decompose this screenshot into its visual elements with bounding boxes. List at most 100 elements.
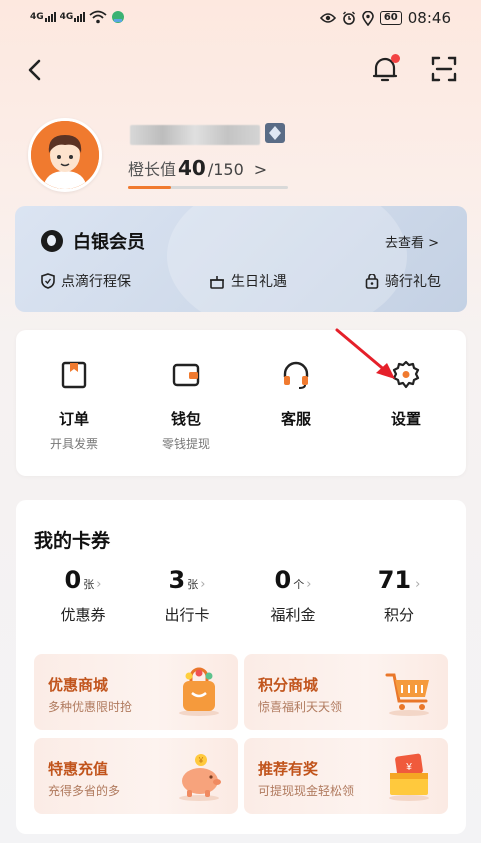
view-membership-link[interactable]: 去查看 > (385, 232, 439, 251)
chevron-right-icon: › (415, 577, 421, 592)
growth-value-link[interactable]: 橙长值 40 /150 > (128, 156, 267, 180)
coupons-card: 我的卡券 0 张 › 优惠券 3 张 › 出行卡 0 个 › 福利金 71 › 积分 优惠商城… (16, 500, 466, 834)
stat-label: 积分 (383, 606, 414, 624)
growth-label: 橙长值 (128, 160, 177, 179)
membership-card[interactable]: 白银会员 去查看 > 点滴行程保 生日礼遇 骑行礼包 (15, 206, 467, 312)
promo-title: 推荐有奖 (258, 760, 319, 778)
promo-subtitle: 多种优惠限时抢 (48, 700, 133, 714)
service-sublabel: 零钱提现 (161, 437, 210, 451)
stat-number: 0 张 › (65, 566, 102, 594)
stat-unit: 个 (293, 578, 305, 591)
signal-1: 4G (30, 12, 56, 22)
stat-coupons[interactable]: 0 张 › 优惠券 (38, 566, 128, 625)
annotation-arrow (335, 328, 395, 379)
profile-section: 橙长值 40 /150 > (28, 118, 458, 198)
benefit-label: 生日礼遇 (231, 274, 287, 290)
promo-title: 积分商城 (258, 676, 319, 694)
back-icon (28, 59, 41, 81)
location-icon (362, 10, 374, 26)
service-label: 钱包 (170, 410, 201, 428)
stat-number: 71 › (378, 566, 421, 594)
growth-value: 40 (178, 156, 206, 180)
membership-title: 白银会员 (41, 228, 145, 254)
signal-1-label: 4G (30, 12, 44, 22)
chevron-right-icon: › (306, 577, 312, 592)
promo-title: 特惠充值 (48, 760, 109, 778)
stat-value: 3 (168, 566, 186, 594)
benefit-item[interactable]: 生日礼遇 (209, 271, 287, 291)
stat-label: 福利金 (270, 606, 316, 624)
promo-referral[interactable]: 推荐有奖 可提现现金轻松领 ¥ (244, 738, 448, 814)
shopping-cart-icon (385, 673, 429, 716)
stat-value: 0 (274, 566, 292, 594)
notification-dot (391, 54, 400, 63)
growth-max: /150 (207, 160, 244, 179)
stat-travel-cards[interactable]: 3 张 › 出行卡 (142, 566, 232, 625)
cake-icon (210, 275, 224, 289)
stat-value: 0 (64, 566, 82, 594)
signal-2-label: 4G (59, 12, 74, 22)
benefit-item[interactable]: 骑行礼包 (365, 271, 441, 291)
svg-text:¥: ¥ (405, 762, 412, 773)
promo-subtitle: 可提现现金轻松领 (258, 784, 355, 798)
stat-points[interactable]: 71 › 积分 (354, 566, 444, 625)
shopping-bag-icon (179, 667, 219, 716)
headset-icon (283, 361, 309, 389)
stat-unit: 张 (187, 578, 199, 591)
service-sublabel: 开具发票 (49, 437, 98, 451)
battery-indicator: 60 (379, 11, 402, 25)
stat-number: 3 张 › (169, 566, 206, 594)
stat-unit: 张 (83, 578, 95, 591)
shield-icon (41, 273, 55, 289)
membership-benefits: 点滴行程保 生日礼遇 骑行礼包 (15, 271, 467, 291)
scan-icon (431, 56, 457, 82)
scan-button[interactable] (430, 55, 458, 83)
promo-discount-mall[interactable]: 优惠商城 多种优惠限时抢 (34, 654, 238, 730)
stat-welfare[interactable]: 0 个 › 福利金 (248, 566, 338, 625)
card-decoration (167, 206, 407, 312)
growth-progress-fill (128, 186, 172, 189)
benefit-label: 点滴行程保 (61, 274, 131, 290)
promo-title: 优惠商城 (48, 676, 109, 694)
order-icon (61, 361, 87, 389)
stat-label: 优惠券 (60, 606, 106, 624)
back-button[interactable] (22, 56, 50, 84)
service-support[interactable]: 客服 (246, 360, 346, 435)
avatar-image (31, 121, 99, 189)
growth-progress-bar (128, 186, 288, 189)
avatar[interactable] (28, 118, 102, 192)
clock: 08:46 (407, 9, 451, 27)
stat-number: 0 个 › (275, 566, 312, 594)
top-bar (0, 50, 481, 90)
status-right: 60 08:46 (319, 9, 451, 27)
alarm-icon (342, 11, 355, 25)
gift-box-icon: ¥ (389, 753, 429, 801)
status-left: 4G 4G (30, 10, 125, 24)
signal-2: 4G (60, 12, 86, 22)
eye-icon (319, 13, 336, 23)
gift-icon (365, 273, 379, 289)
piggy-bank-icon: ¥ (179, 754, 221, 801)
service-label: 订单 (58, 410, 89, 428)
promo-recharge[interactable]: 特惠充值 充得多省的多 ¥ (34, 738, 238, 814)
notification-button[interactable] (370, 54, 400, 84)
benefit-item[interactable]: 点滴行程保 (41, 271, 131, 291)
service-label: 客服 (280, 410, 311, 428)
app-status-icon (112, 11, 125, 23)
member-badge-icon (265, 123, 285, 143)
benefit-label: 骑行礼包 (385, 274, 441, 290)
svg-text:¥: ¥ (198, 756, 204, 765)
username-redacted (130, 125, 260, 145)
wifi-icon (89, 10, 107, 24)
service-wallet[interactable]: 钱包 零钱提现 (136, 360, 236, 452)
wallet-icon (172, 363, 200, 387)
promo-subtitle: 惊喜福利天天领 (258, 700, 343, 714)
coupons-title: 我的卡券 (34, 530, 111, 552)
service-orders[interactable]: 订单 开具发票 (24, 360, 124, 452)
status-bar: 4G 4G 60 08:46 (0, 0, 481, 34)
membership-title-text: 白银会员 (73, 232, 145, 253)
service-label: 设置 (390, 410, 421, 428)
stat-value: 71 (377, 566, 412, 594)
chevron-right-icon: › (96, 577, 102, 592)
promo-points-mall[interactable]: 积分商城 惊喜福利天天领 (244, 654, 448, 730)
